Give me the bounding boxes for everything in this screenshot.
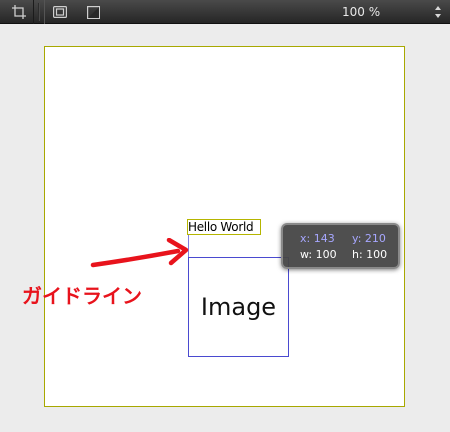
toolbar: 100 % <box>0 0 450 24</box>
toolbar-separator <box>38 3 40 21</box>
zoom-level-label[interactable]: 100 % <box>342 5 380 19</box>
crop-icon <box>11 5 26 19</box>
fill-square-icon <box>86 5 100 19</box>
hud-y-value: y: 210 <box>352 232 386 245</box>
hud-width-value: w: 100 <box>300 248 337 261</box>
frame-icon <box>52 6 67 18</box>
hud-height-value: h: 100 <box>352 248 388 261</box>
up-down-arrows-icon <box>435 6 441 18</box>
image-layer-label: Image <box>200 293 277 321</box>
text-layer-content: Hello World <box>188 220 254 234</box>
frame-tool-button[interactable] <box>44 0 74 24</box>
crop-align-tool-button[interactable] <box>4 0 34 24</box>
zoom-stepper[interactable] <box>432 3 444 21</box>
image-layer[interactable]: Image <box>188 257 289 357</box>
hud-x-value: x: 143 <box>300 232 335 245</box>
red-arrow-icon <box>90 238 189 268</box>
guideline-annotation-label: ガイドライン <box>22 284 142 308</box>
text-layer-hello-world[interactable]: Hello World <box>187 219 261 235</box>
fill-tool-button[interactable] <box>78 0 108 24</box>
position-size-hud: x: 143 y: 210 w: 100 h: 100 <box>281 223 400 269</box>
